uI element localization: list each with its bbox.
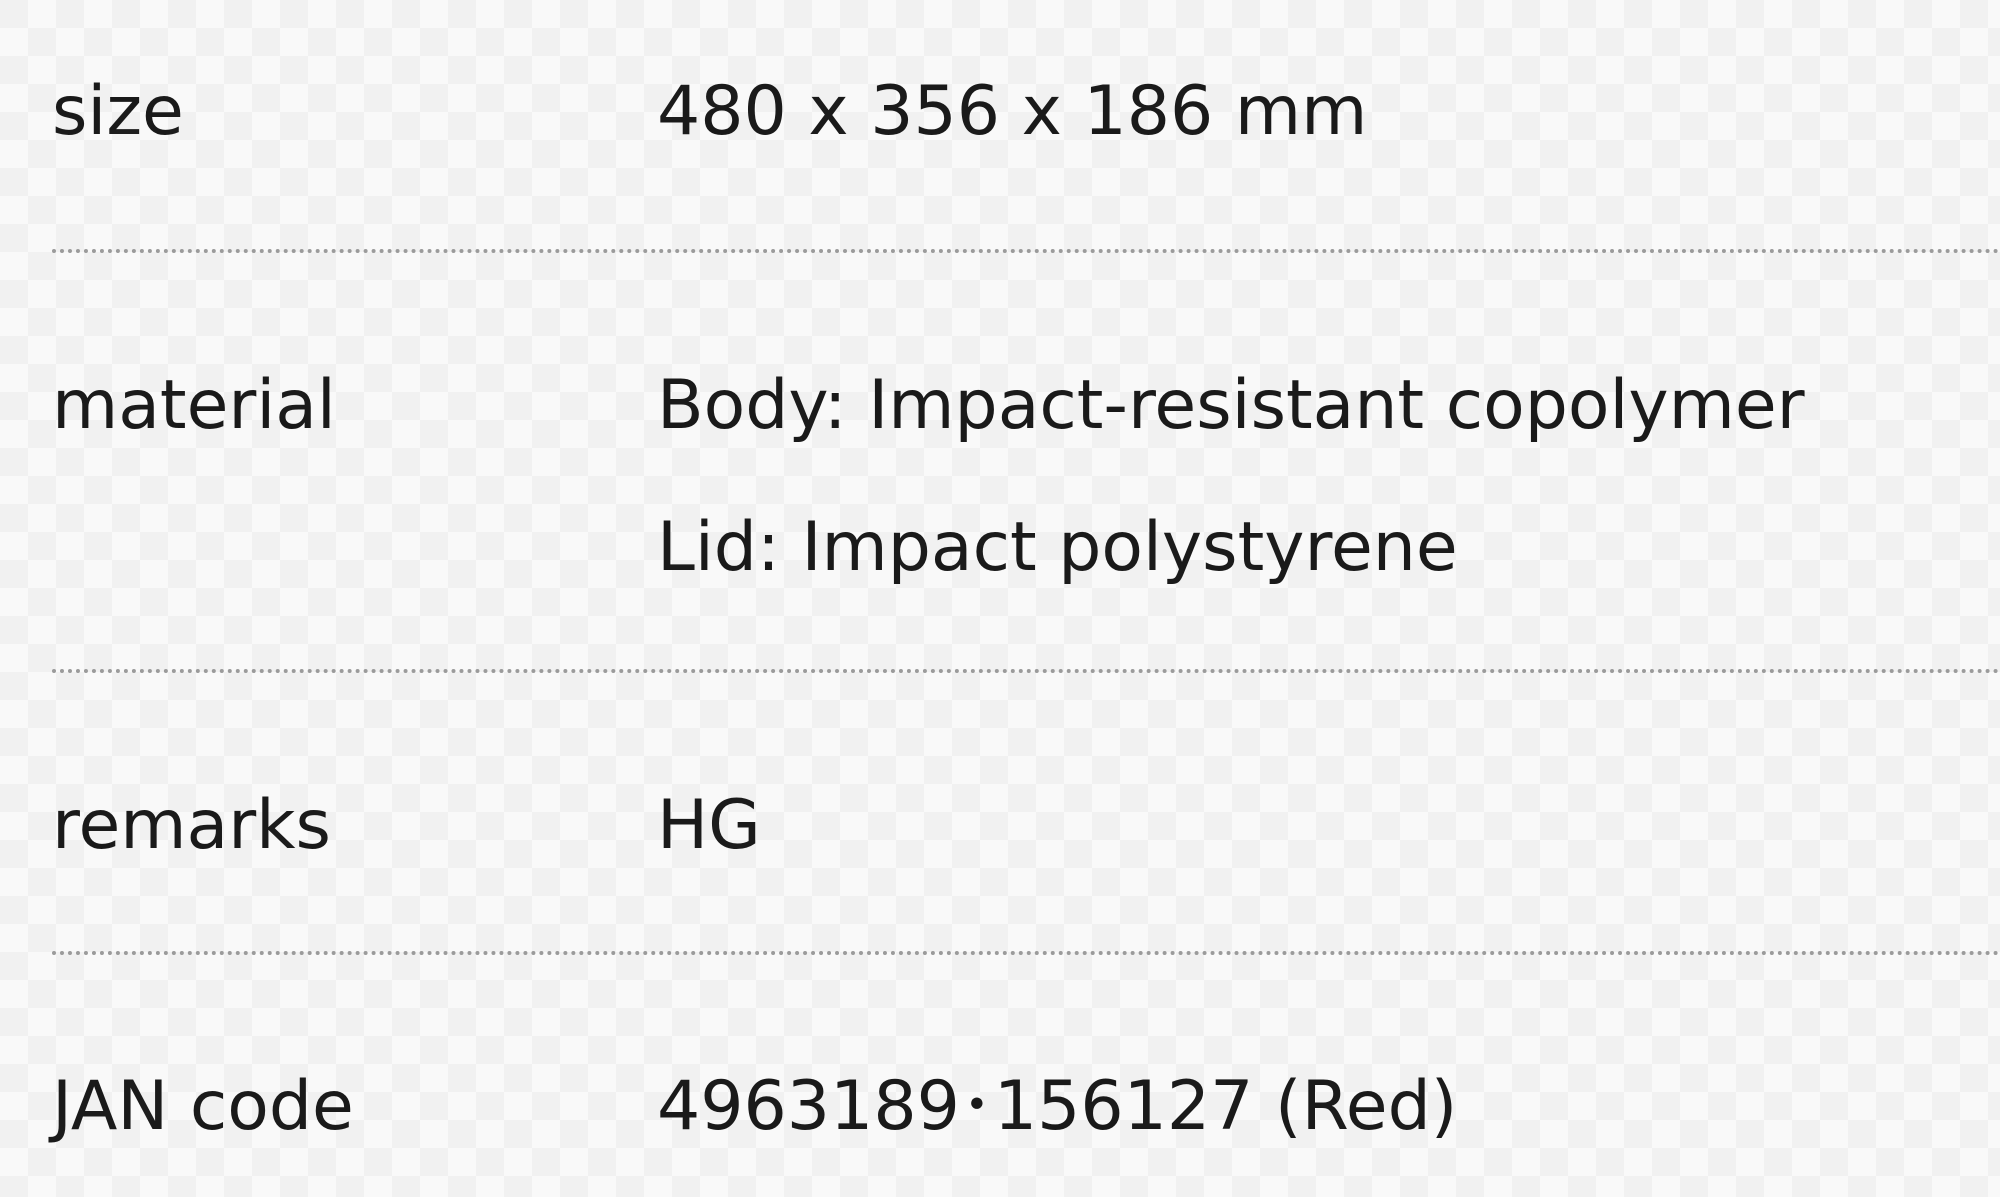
size-value: 480 x 356 x 186 mm [657,72,1368,151]
material-lid-value: Lid: Impact polystyrene [657,508,1458,587]
jan-code-value: 4963189･156127 (Red) [657,1067,1458,1146]
remarks-value: HG [657,786,761,865]
spec-row-material: material Body: Impact-resistant copolyme… [52,253,2000,673]
material-body-value: Body: Impact-resistant copolymer [657,366,1805,445]
spec-table: size 480 x 356 x 186 mm material Body: I… [52,0,2000,1197]
spec-label-jan-code: JAN code [52,1067,354,1146]
spec-value-remarks: HG [657,786,2000,866]
spec-value-size: 480 x 356 x 186 mm [657,72,2000,152]
spec-label-material: material [52,366,336,445]
spec-row-remarks: remarks HG [52,673,2000,955]
spec-value-jan-code: 4963189･156127 (Red) [657,1067,2000,1147]
spec-label-remarks: remarks [52,786,331,865]
spec-value-material: Body: Impact-resistant copolymer Lid: Im… [657,366,2000,588]
spec-row-jan-code: JAN code 4963189･156127 (Red) [52,955,2000,1197]
spec-row-size: size 480 x 356 x 186 mm [52,0,2000,253]
spec-label-size: size [52,72,184,151]
